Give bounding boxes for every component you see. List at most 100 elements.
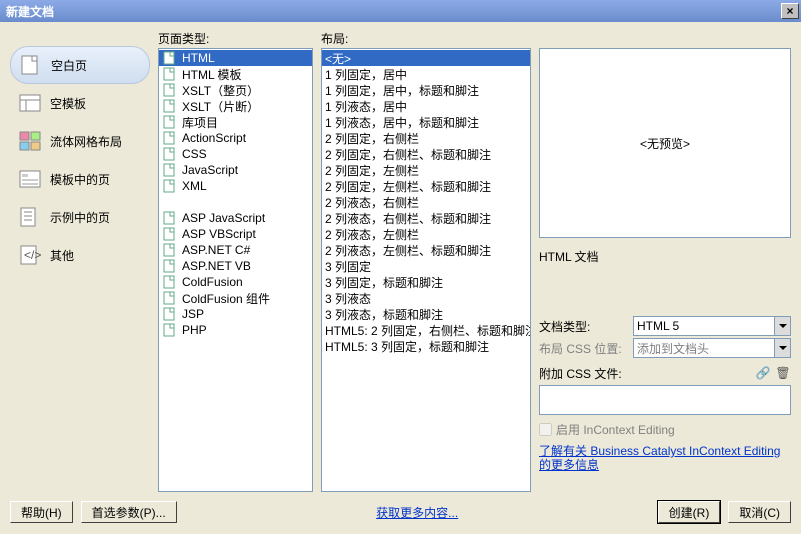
page-type-item[interactable]: 库项目: [159, 114, 312, 130]
csspos-value: 添加到文档头: [637, 340, 709, 357]
remove-css-icon[interactable]: 🗑: [775, 366, 791, 380]
page-type-item[interactable]: XSLT（片断）: [159, 98, 312, 114]
category-other[interactable]: </> 其他: [10, 236, 150, 274]
page-type-label: 库项目: [182, 114, 218, 131]
page-type-label: PHP: [182, 323, 207, 337]
layout-label: 2 列固定，右侧栏、标题和脚注: [325, 146, 491, 163]
file-icon: [162, 211, 178, 225]
page-type-label: ActionScript: [182, 131, 246, 145]
layout-label: 3 列液态: [325, 290, 371, 307]
layout-item[interactable]: 3 列液态，标题和脚注: [322, 306, 530, 322]
layout-item[interactable]: HTML5: 3 列固定，标题和脚注: [322, 338, 530, 354]
layout-label: 3 列固定: [325, 258, 371, 275]
page-type-item[interactable]: HTML: [159, 50, 312, 66]
chevron-down-icon: [774, 317, 790, 335]
layout-item[interactable]: 2 列液态，左侧栏、标题和脚注: [322, 242, 530, 258]
get-more-link[interactable]: 获取更多内容...: [376, 506, 458, 520]
layout-label: HTML5: 3 列固定，标题和脚注: [325, 338, 489, 355]
preview-options-column: <无预览> HTML 文档 文档类型: HTML 5 布局 CSS 位置: 添加…: [539, 30, 791, 492]
page-type-item[interactable]: ASP.NET VB: [159, 258, 312, 274]
layout-label: 1 列固定，居中，标题和脚注: [325, 82, 479, 99]
layout-label: 1 列液态，居中: [325, 98, 407, 115]
close-button[interactable]: ×: [781, 3, 799, 19]
file-icon: [162, 179, 178, 193]
help-button[interactable]: 帮助(H): [10, 501, 73, 523]
layout-item[interactable]: 1 列固定，居中: [322, 66, 530, 82]
layout-item[interactable]: 2 列固定，右侧栏: [322, 130, 530, 146]
layout-item[interactable]: 1 列固定，居中，标题和脚注: [322, 82, 530, 98]
category-blank-page[interactable]: 空白页: [10, 46, 150, 84]
sample-icon: [18, 206, 42, 228]
page-type-item[interactable]: XSLT（整页）: [159, 82, 312, 98]
category-page-from-template[interactable]: 模板中的页: [10, 160, 150, 198]
page-type-item[interactable]: CSS: [159, 146, 312, 162]
page-from-template-icon: [18, 168, 42, 190]
incontext-checkbox: [539, 423, 552, 436]
file-icon: [162, 83, 178, 97]
layout-label: 2 列液态，左侧栏、标题和脚注: [325, 242, 491, 259]
layout-item[interactable]: 2 列液态，右侧栏、标题和脚注: [322, 210, 530, 226]
file-icon: [162, 131, 178, 145]
layout-label: 1 列液态，居中，标题和脚注: [325, 114, 479, 131]
page-type-item[interactable]: ASP JavaScript: [159, 210, 312, 226]
layouts-list[interactable]: <无>1 列固定，居中1 列固定，居中，标题和脚注1 列液态，居中1 列液态，居…: [321, 48, 531, 492]
layout-item[interactable]: 2 列固定，左侧栏: [322, 162, 530, 178]
doctype-select[interactable]: HTML 5: [633, 316, 791, 336]
layout-item[interactable]: 2 列固定，左侧栏、标题和脚注: [322, 178, 530, 194]
file-icon: [162, 99, 178, 113]
csspos-label: 布局 CSS 位置:: [539, 340, 629, 357]
category-blank-template[interactable]: 空模板: [10, 84, 150, 122]
layout-item[interactable]: 1 列液态，居中，标题和脚注: [322, 114, 530, 130]
preview-description: HTML 文档: [539, 248, 791, 265]
title-bar: 新建文档 ×: [0, 0, 801, 22]
incontext-learn-more-link[interactable]: 了解有关 Business Catalyst InContext Editing…: [539, 444, 791, 472]
page-type-item[interactable]: XML: [159, 178, 312, 194]
cancel-button[interactable]: 取消(C): [728, 501, 791, 523]
layout-item[interactable]: <无>: [322, 50, 530, 66]
layout-item[interactable]: 3 列固定: [322, 258, 530, 274]
svg-text:</>: </>: [24, 248, 41, 262]
prefs-button[interactable]: 首选参数(P)...: [81, 501, 177, 523]
layout-item[interactable]: 2 列液态，左侧栏: [322, 226, 530, 242]
file-icon: [162, 307, 178, 321]
layout-label: 2 列固定，右侧栏: [325, 130, 419, 147]
page-type-item[interactable]: PHP: [159, 322, 312, 338]
page-type-item[interactable]: ColdFusion: [159, 274, 312, 290]
category-label: 空白页: [51, 57, 87, 74]
page-icon: [19, 54, 43, 76]
attach-css-list[interactable]: [539, 385, 791, 415]
page-type-item[interactable]: ASP VBScript: [159, 226, 312, 242]
layout-item[interactable]: 3 列液态: [322, 290, 530, 306]
page-types-list[interactable]: HTMLHTML 模板XSLT（整页）XSLT（片断）库项目ActionScri…: [158, 48, 313, 492]
file-icon: [162, 291, 178, 305]
category-label: 模板中的页: [50, 171, 110, 188]
category-page-from-sample[interactable]: 示例中的页: [10, 198, 150, 236]
page-type-item[interactable]: JavaScript: [159, 162, 312, 178]
layout-item[interactable]: 2 列固定，右侧栏、标题和脚注: [322, 146, 530, 162]
page-type-item[interactable]: ActionScript: [159, 130, 312, 146]
create-button[interactable]: 创建(R): [658, 501, 721, 523]
layout-item[interactable]: HTML5: 2 列固定，右侧栏、标题和脚注: [322, 322, 530, 338]
page-type-label: ASP JavaScript: [182, 211, 265, 225]
link-css-icon[interactable]: 🔗: [755, 366, 771, 380]
layout-label: 2 列液态，左侧栏: [325, 226, 419, 243]
layout-item[interactable]: 2 列液态，右侧栏: [322, 194, 530, 210]
file-icon: [162, 163, 178, 177]
incontext-label: 启用 InContext Editing: [556, 421, 675, 438]
file-icon: [162, 323, 178, 337]
file-icon: [162, 275, 178, 289]
dialog-footer: 帮助(H) 首选参数(P)... 获取更多内容... 创建(R) 取消(C): [10, 496, 791, 528]
page-type-label: ASP.NET C#: [182, 243, 250, 257]
file-icon: [162, 243, 178, 257]
page-type-label: XSLT（片断）: [182, 98, 259, 115]
page-type-item[interactable]: HTML 模板: [159, 66, 312, 82]
page-type-item[interactable]: ASP.NET C#: [159, 242, 312, 258]
page-type-item[interactable]: JSP: [159, 306, 312, 322]
page-type-label: HTML 模板: [182, 66, 242, 83]
fluid-grid-icon: [18, 130, 42, 152]
layout-item[interactable]: 1 列液态，居中: [322, 98, 530, 114]
page-type-item[interactable]: ColdFusion 组件: [159, 290, 312, 306]
category-fluid-grid[interactable]: 流体网格布局: [10, 122, 150, 160]
file-icon: [162, 147, 178, 161]
layout-item[interactable]: 3 列固定，标题和脚注: [322, 274, 530, 290]
